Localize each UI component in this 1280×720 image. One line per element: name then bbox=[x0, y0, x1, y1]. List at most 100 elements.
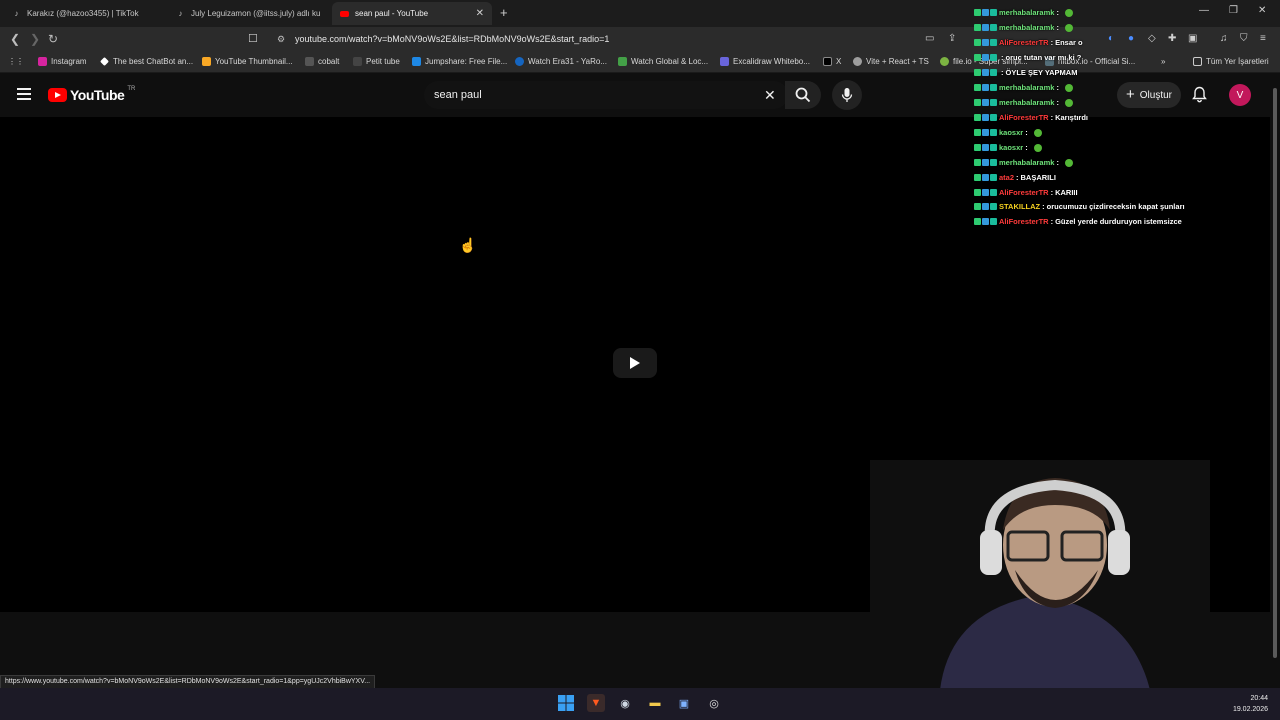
bookmark-cobalt[interactable]: cobalt bbox=[305, 57, 339, 66]
avatar[interactable]: V bbox=[1229, 84, 1251, 106]
url-field[interactable]: youtube.com/watch?v=bMoNV9oWs2E&list=RDb… bbox=[295, 34, 609, 44]
back-icon[interactable]: ❮ bbox=[10, 32, 20, 46]
close-tab-icon[interactable]: ✕ bbox=[476, 8, 484, 19]
chat-username: AliForesterTR bbox=[999, 188, 1049, 197]
badge-icon bbox=[990, 39, 997, 46]
bookmark-youtube-thumbnail[interactable]: YouTube Thumbnail... bbox=[202, 57, 293, 66]
chat-separator: : bbox=[1025, 143, 1028, 152]
brave-browser-icon[interactable]: ▼ bbox=[587, 694, 605, 712]
chat-badges-icon bbox=[974, 203, 997, 210]
windows-start-icon[interactable] bbox=[557, 694, 575, 712]
badge-icon bbox=[982, 203, 989, 210]
bookmark-x[interactable]: X bbox=[823, 57, 841, 66]
badge-icon bbox=[990, 24, 997, 31]
chat-username: AliForesterTR bbox=[999, 38, 1049, 47]
hamburger-menu-icon[interactable] bbox=[17, 88, 31, 100]
badge-icon bbox=[982, 144, 989, 151]
apps-icon[interactable]: ⋮⋮ bbox=[8, 57, 24, 66]
tab-youtube[interactable]: sean paul - YouTube ✕ bbox=[332, 2, 492, 25]
cast-icon[interactable]: ▭ bbox=[925, 33, 934, 44]
play-button[interactable] bbox=[613, 348, 657, 378]
badge-icon bbox=[982, 39, 989, 46]
forward-icon[interactable]: ❯ bbox=[30, 32, 40, 46]
page-scrollbar[interactable] bbox=[1270, 73, 1280, 688]
chat-emote-icon bbox=[1033, 128, 1042, 137]
chat-badges-icon bbox=[974, 99, 997, 106]
bookmark-vite[interactable]: Vite + React + TS bbox=[853, 57, 929, 66]
badge-icon bbox=[982, 189, 989, 196]
steam-icon[interactable]: ◉ bbox=[616, 694, 634, 712]
badge-icon bbox=[974, 9, 981, 16]
reload-icon[interactable]: ↻ bbox=[48, 32, 58, 46]
system-clock[interactable]: 20:44 19.02.2026 bbox=[1233, 693, 1268, 715]
clear-search-icon[interactable]: ✕ bbox=[764, 87, 776, 104]
chat-username: AliForesterTR bbox=[999, 113, 1049, 122]
share-icon[interactable]: ⇪ bbox=[948, 33, 956, 44]
chat-separator: : bbox=[1056, 98, 1059, 107]
badge-icon bbox=[974, 24, 981, 31]
chat-message: : oruç tutan var mı ki ? bbox=[974, 53, 1081, 62]
restore-icon[interactable]: ❐ bbox=[1229, 5, 1238, 16]
bookmark-icon bbox=[412, 57, 421, 66]
music-icon[interactable]: ♫ bbox=[1220, 33, 1228, 44]
chat-username: AliForesterTR bbox=[999, 217, 1049, 226]
bookmark-watch-global[interactable]: Watch Global & Loc... bbox=[618, 57, 708, 66]
chat-badges-icon bbox=[974, 69, 997, 76]
bookmark-page-icon[interactable]: ☐ bbox=[248, 32, 258, 45]
shield-icon[interactable]: ⛉ bbox=[1240, 33, 1248, 44]
microphone-icon bbox=[841, 88, 853, 102]
chat-text: ÖYLE ŞEY YAPMAM bbox=[1005, 68, 1078, 77]
chat-username: ata2 bbox=[999, 173, 1015, 182]
search-button[interactable] bbox=[785, 81, 821, 109]
chat-message: merhabalaramk : bbox=[974, 83, 1073, 92]
chat-username: kaosxr bbox=[999, 128, 1024, 137]
badge-icon bbox=[974, 189, 981, 196]
tab-tiktok-2[interactable]: ♪ July Leguizamon (@iitss.july) adlı kul… bbox=[168, 2, 328, 25]
bookmark-icon bbox=[353, 57, 362, 66]
badge-icon bbox=[990, 54, 997, 61]
chat-message: merhabalaramk : bbox=[974, 23, 1073, 32]
chat-badges-icon bbox=[974, 39, 997, 46]
bookmark-icon bbox=[100, 57, 109, 66]
chat-separator: : bbox=[1056, 23, 1059, 32]
bookmark-chatbot[interactable]: The best ChatBot an... bbox=[100, 57, 193, 66]
tab-tiktok-1[interactable]: ♪ Karakız (@hazoo3455) | TikTok bbox=[4, 2, 164, 25]
badge-icon bbox=[974, 84, 981, 91]
hand-cursor-icon: ☝ bbox=[459, 237, 477, 253]
badge-icon bbox=[990, 174, 997, 181]
chat-message: ata2 : BAŞARILI bbox=[974, 173, 1056, 182]
bookmark-instagram[interactable]: Instagram bbox=[38, 57, 87, 66]
chat-badges-icon bbox=[974, 114, 997, 121]
badge-icon bbox=[990, 144, 997, 151]
chat-message: AliForesterTR : Karıştırdı bbox=[974, 113, 1088, 122]
badge-icon bbox=[974, 144, 981, 151]
app-icon[interactable]: ▣ bbox=[675, 694, 693, 712]
stream-chat-overlay: merhabalaramk : merhabalaramk : AliForeste… bbox=[974, 0, 1204, 230]
search-icon bbox=[795, 87, 811, 103]
file-explorer-icon[interactable]: ▬ bbox=[646, 694, 664, 712]
bookmark-era31[interactable]: Watch Era31 - YaRo... bbox=[515, 57, 607, 66]
window-close-icon[interactable]: ✕ bbox=[1258, 5, 1266, 16]
bookmark-excalidraw[interactable]: Excalidraw Whitebo... bbox=[720, 57, 810, 66]
all-bookmarks[interactable]: Tüm Yer İşaretleri bbox=[1193, 57, 1269, 66]
menu-icon[interactable]: ≡ bbox=[1260, 33, 1266, 44]
chat-text: orucumuzu çizdireceksin kapat şunları bbox=[1046, 202, 1185, 211]
search-input[interactable]: sean paul ✕ bbox=[424, 81, 788, 109]
chat-username: merhabalaramk bbox=[999, 83, 1055, 92]
youtube-logo[interactable]: YouTube TR bbox=[48, 86, 135, 103]
new-tab-button[interactable]: + bbox=[500, 5, 508, 20]
site-info-icon[interactable]: ⚙ bbox=[277, 34, 285, 45]
chat-emote-icon bbox=[1064, 8, 1073, 17]
voice-search-button[interactable] bbox=[832, 80, 862, 110]
bookmark-petit-tube[interactable]: Petit tube bbox=[353, 57, 400, 66]
streamer-webcam-image bbox=[870, 460, 1210, 690]
scrollbar-thumb[interactable] bbox=[1273, 88, 1277, 658]
chat-badges-icon bbox=[974, 9, 997, 16]
chat-separator: : bbox=[1050, 113, 1054, 122]
windows-taskbar: ▼ ◉ ▬ ▣ ◎ 20:44 19.02.2026 bbox=[0, 688, 1280, 720]
chat-emote-icon bbox=[1033, 143, 1042, 152]
chat-separator: : bbox=[1001, 68, 1004, 77]
bookmark-jumpshare[interactable]: Jumpshare: Free File... bbox=[412, 57, 507, 66]
obs-icon[interactable]: ◎ bbox=[705, 694, 723, 712]
chat-separator: : bbox=[1056, 83, 1059, 92]
